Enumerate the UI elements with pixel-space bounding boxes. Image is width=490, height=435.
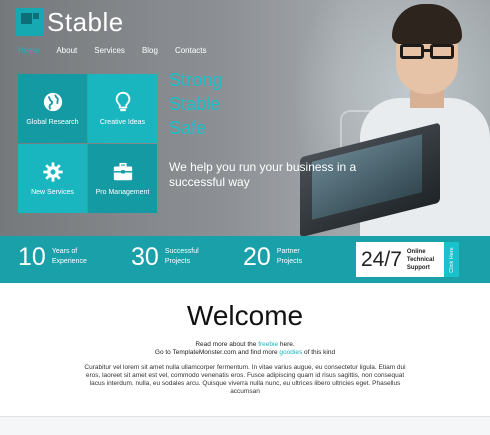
click-here-button[interactable]: Click Here (444, 242, 459, 277)
glasses-bridge (423, 49, 431, 52)
tile-pro-management[interactable]: Pro Management (88, 144, 157, 213)
glasses-left (400, 44, 424, 59)
hero-title: Strong Stable Safe (169, 68, 222, 140)
globe-icon (43, 92, 62, 112)
tile-label: Pro Management (95, 189, 150, 196)
stat-text: Years of Experience (51, 248, 87, 265)
stat-number: 30 (131, 243, 159, 271)
tile-global-research[interactable]: Global Research (18, 74, 87, 143)
next-section-strip (0, 417, 490, 435)
nav-contacts[interactable]: Contacts (175, 46, 207, 55)
hero-subtitle: We help you run your business in a succe… (169, 160, 357, 189)
welcome-goodies-line: Go to TemplateMonster.com and find more … (154, 349, 336, 356)
support-box: 24/7 Online Technical Support (356, 242, 444, 277)
nav-blog[interactable]: Blog (142, 46, 158, 55)
stat-text: Partner Projects (276, 248, 303, 265)
nav-about[interactable]: About (56, 46, 77, 55)
goodies-link[interactable]: goodies (279, 349, 302, 356)
tile-label: Global Research (26, 119, 79, 126)
welcome-title: Welcome (186, 300, 304, 331)
tile-creative-ideas[interactable]: Creative Ideas (88, 74, 157, 143)
gear-icon (42, 162, 63, 182)
hero-title-line: Strong (169, 70, 223, 90)
freebie-link[interactable]: freebie (258, 341, 278, 348)
logo-icon[interactable] (16, 8, 44, 36)
logo-text[interactable]: Stable (47, 7, 124, 38)
tile-label: Creative Ideas (99, 119, 146, 126)
tile-label: New Services (31, 189, 74, 196)
stat-partner-projects: 20 Partner Projects (243, 243, 302, 271)
stat-number: 20 (243, 243, 271, 271)
stat-successful-projects: 30 Successful Projects (131, 243, 199, 271)
stat-text: Successful Projects (164, 248, 199, 265)
nav-services[interactable]: Services (94, 46, 125, 55)
support-text: Online Technical Support (406, 248, 435, 271)
stat-number: 10 (18, 243, 46, 271)
hero-section: Stable Home About Services Blog Contacts… (0, 0, 490, 236)
tile-new-services[interactable]: New Services (18, 144, 87, 213)
main-nav: Home About Services Blog Contacts (18, 46, 207, 55)
feature-tiles: Global Research Creative Ideas New Servi… (18, 74, 157, 213)
support-hours: 24/7 (361, 247, 402, 271)
hero-title-line: Stable (169, 94, 221, 114)
glasses-right (430, 44, 454, 59)
lightbulb-icon (115, 91, 130, 112)
briefcase-icon (113, 162, 132, 181)
click-here-label: Click Here (448, 246, 455, 273)
nav-home[interactable]: Home (18, 46, 39, 55)
welcome-body-text: Curabitur vel lorem sit amet nulla ullam… (84, 364, 406, 395)
stat-years: 10 Years of Experience (18, 243, 87, 271)
welcome-freebie-line: Read more about the freebie here. (195, 341, 295, 348)
hero-title-line: Safe (169, 118, 207, 138)
